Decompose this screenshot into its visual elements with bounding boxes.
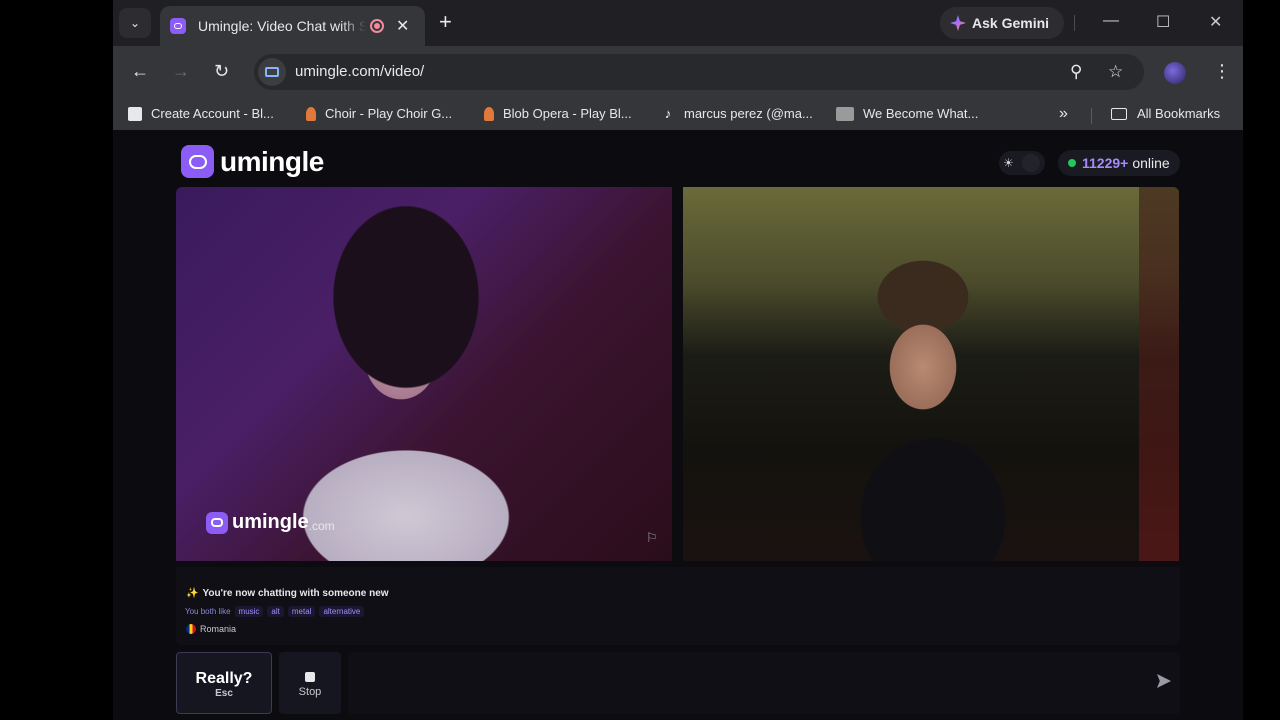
bookmark-label: We Become What... [863,106,979,121]
brand-logo[interactable]: umingle [181,145,324,178]
browser-toolbar: ← → ↻ umingle.com/video/ ⚲ ☆ ⋮ [113,46,1243,100]
video-watermark: umingle .com [206,511,335,534]
tiktok-icon: ♪ [664,105,672,121]
bookmarks-bar: Create Account - Bl... Choir - Play Choi… [113,100,1243,130]
system-notice: ✨ You're now chatting with someone new [186,588,389,599]
esc-key-hint: Esc [215,688,233,699]
online-label: online [1132,155,1170,171]
address-bar[interactable]: umingle.com/video/ ⚲ ☆ [254,54,1144,90]
back-arrow-icon[interactable]: ← [131,62,149,80]
stranger-country: Romania [186,624,236,634]
new-tab-button[interactable]: + [439,11,452,33]
message-composer [348,652,1180,714]
chat-bubble-logo-icon [181,145,214,178]
more-menu-icon[interactable]: ⋮ [1213,61,1231,82]
bookmark-item[interactable]: Choir - Play Choir G... [306,106,452,121]
theme-toggle[interactable]: ☀ [999,151,1045,175]
divider [1074,15,1075,31]
maximize-icon[interactable]: ☐ [1156,12,1170,32]
all-bookmarks-button[interactable]: All Bookmarks [1111,106,1220,121]
send-icon[interactable] [1157,674,1171,688]
tab-close-icon[interactable]: ✕ [396,16,409,36]
stop-button[interactable]: Stop [279,652,341,714]
ask-gemini-button[interactable]: Ask Gemini [940,7,1064,39]
reload-icon[interactable]: ↻ [214,62,229,80]
recording-indicator-icon [370,19,384,33]
online-status-dot [1068,159,1076,167]
country-name: Romania [200,624,237,634]
self-video [683,187,1179,561]
chat-bubble-logo-icon [206,511,228,534]
bookmark-label: Create Account - Bl... [151,106,274,121]
gemini-sparkle-icon [950,15,966,31]
tab-search-button[interactable]: ⌄ [119,8,151,38]
message-input[interactable] [358,668,1118,698]
more-bookmarks-chevron-icon[interactable]: » [1059,105,1068,123]
report-flag-icon[interactable]: ⚐ [646,530,658,546]
tab-title: Umingle: Video Chat with Strangers [198,18,366,34]
bookmark-label: Choir - Play Choir G... [325,106,453,121]
interest-chip: music [234,606,264,617]
ask-gemini-label: Ask Gemini [972,15,1050,31]
folder-icon [1111,107,1127,120]
brand-name: umingle [220,145,324,177]
skip-button[interactable]: Really? Esc [176,652,272,714]
bookmark-star-icon[interactable]: ☆ [1108,62,1123,82]
tab-umingle[interactable]: Umingle: Video Chat with Strangers ✕ [160,6,425,46]
bookmark-item[interactable]: ♪ marcus perez (@ma... [661,106,813,121]
online-counter: 11229+ online [1058,150,1180,176]
sun-icon: ☀ [1003,156,1014,170]
stranger-video: umingle .com [176,187,672,561]
all-bookmarks-label: All Bookmarks [1137,106,1221,121]
blob-opera-figure-icon [484,106,494,121]
skip-label: Really? [195,670,253,687]
toggle-knob [1021,154,1040,172]
shared-interests-label: You both like [185,607,231,616]
browser-window: ⌄ Umingle: Video Chat with Strangers ✕ +… [113,0,1243,720]
minimize-icon[interactable]: — [1103,12,1119,30]
bookmark-item[interactable]: Blob Opera - Play Bl... [484,106,632,121]
sparkle-icon: ✨ [186,588,199,599]
choir-figure-icon [306,106,316,121]
interest-chip: alternative [319,606,365,617]
watermark-tld: .com [308,518,335,533]
bookmark-item[interactable]: We Become What... [836,106,978,121]
forward-arrow-icon[interactable]: → [172,62,190,80]
watermark-name: umingle [232,511,309,533]
window-close-icon[interactable]: ✕ [1209,12,1222,32]
chat-log: ✨ You're now chatting with someone new Y… [176,567,1180,645]
stop-label: Stop [298,686,322,698]
stop-square-icon [305,672,315,682]
blooket-icon [128,106,142,121]
umingle-page: umingle ☀ 11229+ online umingle .com ⚐ ✨… [113,140,1243,720]
profile-avatar[interactable] [1164,62,1186,84]
tab-strip: ⌄ Umingle: Video Chat with Strangers ✕ +… [113,0,1243,46]
interest-chip: alt [267,606,284,617]
notice-text: You're now chatting with someone new [202,588,389,599]
shared-interests: You both like music alt metal alternativ… [185,606,368,617]
url-text[interactable]: umingle.com/video/ [295,63,424,80]
zoom-icon[interactable]: ⚲ [1070,62,1082,82]
bookmark-label: marcus perez (@ma... [684,106,813,121]
site-camera-icon[interactable] [258,58,286,86]
interest-chip: metal [287,606,316,617]
romania-flag-icon [186,624,196,634]
divider [1091,108,1092,124]
umingle-favicon-icon [170,18,186,34]
game-thumbnail-icon [836,106,854,121]
bookmark-label: Blob Opera - Play Bl... [503,106,632,121]
online-count: 11229+ [1082,155,1129,171]
bookmark-item[interactable]: Create Account - Bl... [128,106,274,121]
